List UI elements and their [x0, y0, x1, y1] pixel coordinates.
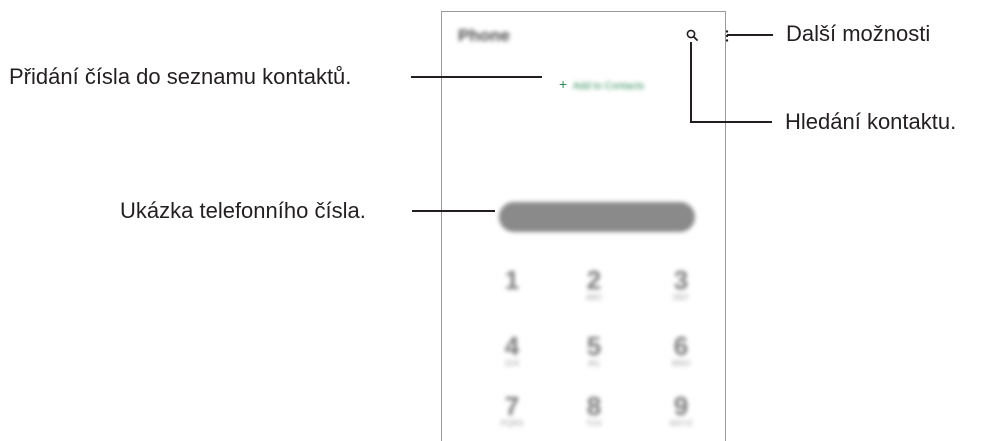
key-letters: GHI [504, 359, 520, 368]
key-4[interactable]: 4 GHI [482, 333, 542, 369]
app-title: Phone [458, 26, 510, 45]
callout-line-search-horizontal [690, 121, 772, 123]
callout-search-contact: Hledání kontaktu. [785, 109, 957, 134]
callout-line-search-vertical [690, 42, 692, 123]
key-digit: 4 [504, 331, 520, 361]
callout-line-more-options [727, 34, 773, 36]
key-digit: 1 [504, 265, 520, 295]
key-2[interactable]: 2 ABC [564, 267, 624, 303]
callout-line-add-number [411, 76, 542, 78]
key-digit: 3 [673, 265, 689, 295]
add-to-contacts-link[interactable]: + Add to Contacts [559, 76, 644, 92]
key-5[interactable]: 5 JKL [564, 333, 624, 369]
key-digit: 9 [673, 391, 689, 421]
key-digit: 7 [504, 391, 520, 421]
key-letters: MNO [671, 359, 691, 368]
callout-more-options: Další možnosti [786, 21, 931, 46]
phone-number-preview [499, 202, 695, 232]
more-options-icon[interactable] [724, 29, 730, 45]
callout-number-preview: Ukázka telefonního čísla. [120, 198, 366, 223]
key-digit: 5 [586, 331, 602, 361]
key-3[interactable]: 3 DEF [651, 267, 711, 303]
key-digit: 2 [586, 265, 602, 295]
key-1[interactable]: 1 [482, 267, 542, 303]
key-letters: ABC [585, 293, 603, 302]
key-digit: 8 [586, 391, 602, 421]
key-letters: DEF [673, 293, 689, 302]
add-to-contacts-label: Add to Contacts [572, 81, 645, 92]
key-8[interactable]: 8 TUV [564, 393, 624, 429]
callout-add-number: Přidání čísla do seznamu kontaktů. [9, 64, 352, 89]
callout-line-number-preview [412, 210, 495, 212]
key-6[interactable]: 6 MNO [651, 333, 711, 369]
key-digit: 6 [673, 331, 689, 361]
key-9[interactable]: 9 WXYZ [651, 393, 711, 429]
plus-icon: + [559, 76, 568, 92]
key-letters: JKL [587, 359, 601, 368]
search-icon[interactable] [686, 29, 698, 41]
key-7[interactable]: 7 PQRS [482, 393, 542, 429]
